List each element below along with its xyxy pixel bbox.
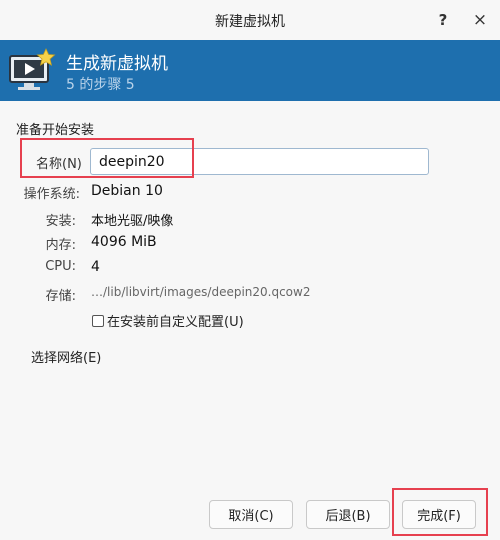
install-label: 安装: (45, 214, 76, 229)
memory-value: 4096 MiB (91, 234, 157, 250)
cpu-label: CPU: (45, 259, 76, 274)
storage-label: 存储: (45, 289, 76, 304)
finish-button[interactable]: 完成(F) (402, 500, 476, 529)
window-title: 新建虚拟机 (215, 14, 285, 30)
checkbox-box[interactable] (92, 314, 104, 327)
title-bar: 新建虚拟机 ? × (0, 0, 500, 40)
wizard-banner: 生成新虚拟机 5 的步骤 5 (0, 40, 500, 101)
os-label: 操作系统: (23, 187, 80, 202)
memory-label: 内存: (45, 238, 76, 253)
help-button[interactable]: ? (433, 10, 453, 30)
banner-title: 生成新虚拟机 (66, 54, 168, 74)
storage-value: …/lib/libvirt/images/deepin20.qcow2 (91, 285, 311, 299)
banner-step: 5 的步骤 5 (66, 77, 135, 93)
cpu-value: 4 (91, 259, 100, 275)
close-button[interactable]: × (470, 10, 490, 30)
name-input[interactable] (90, 148, 429, 175)
customize-checkbox[interactable]: 在安装前自定义配置(U) (92, 311, 244, 330)
back-button[interactable]: 后退(B) (306, 500, 390, 529)
section-title: 准备开始安装 (16, 123, 95, 138)
vm-screen-star-icon (9, 48, 56, 90)
customize-checkbox-label: 在安装前自定义配置(U) (107, 315, 244, 330)
install-value: 本地光驱/映像 (91, 214, 174, 229)
cancel-button[interactable]: 取消(C) (209, 500, 293, 529)
os-value: Debian 10 (91, 183, 163, 199)
name-label: 名称(N) (36, 157, 82, 172)
network-expander[interactable]: 选择网络(E) (31, 347, 101, 366)
